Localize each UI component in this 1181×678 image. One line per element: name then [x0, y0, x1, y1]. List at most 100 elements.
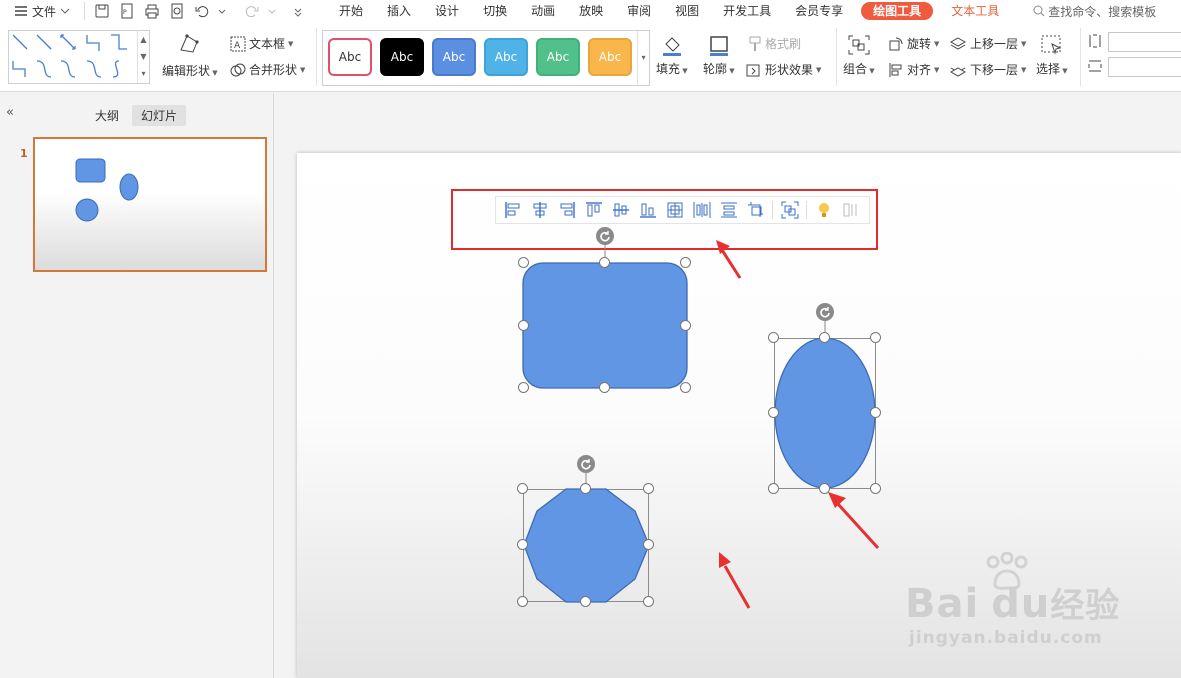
- edit-shape-button[interactable]: 编辑形状 ▼: [162, 32, 218, 79]
- align-bottom-icon[interactable]: [634, 197, 661, 223]
- undo-icon[interactable]: [193, 2, 211, 20]
- resize-handle[interactable]: [680, 257, 691, 268]
- more-options-icon[interactable]: [837, 197, 864, 223]
- tab-review[interactable]: 审阅: [615, 0, 663, 22]
- align-label: 对齐: [907, 63, 932, 77]
- format-painter-button[interactable]: 格式刷: [748, 35, 801, 52]
- group-button[interactable]: 组合 ▼: [843, 34, 875, 77]
- style-swatch-5[interactable]: Abc: [536, 38, 580, 76]
- align-top-icon[interactable]: [580, 197, 607, 223]
- style-swatch-3[interactable]: Abc: [432, 38, 476, 76]
- chevron-down-icon: [60, 8, 70, 14]
- resize-handle[interactable]: [768, 332, 779, 343]
- select-label: 选择: [1036, 62, 1061, 76]
- resize-handle[interactable]: [517, 596, 528, 607]
- rotate-handle-icon[interactable]: [577, 455, 595, 473]
- slide-thumbnail[interactable]: [33, 137, 267, 272]
- undo-dropdown-icon[interactable]: [218, 2, 236, 20]
- lines-gallery-scroll[interactable]: ▲ ▼ ▾: [137, 31, 149, 83]
- style-swatch-2[interactable]: Abc: [380, 38, 424, 76]
- shape-effects-button[interactable]: 形状效果 ▼: [746, 61, 821, 78]
- export-pdf-icon[interactable]: P: [118, 2, 136, 20]
- command-search[interactable]: 查找命令、搜索模板: [1033, 3, 1156, 20]
- fit-to-slide-icon[interactable]: [742, 197, 769, 223]
- resize-handle[interactable]: [768, 483, 779, 494]
- save-icon[interactable]: [93, 2, 111, 20]
- style-swatch-1[interactable]: Abc: [328, 38, 372, 76]
- tab-drawing-tools[interactable]: 绘图工具: [861, 2, 934, 20]
- tab-transitions[interactable]: 切换: [471, 0, 519, 22]
- resize-handle[interactable]: [517, 483, 528, 494]
- distribute-vertical-icon[interactable]: [715, 197, 742, 223]
- select-button[interactable]: 选择 ▼: [1036, 34, 1068, 77]
- align-center-horizontal-icon[interactable]: [526, 197, 553, 223]
- center-on-page-icon[interactable]: [661, 197, 688, 223]
- resize-handle[interactable]: [680, 320, 691, 331]
- tab-home[interactable]: 开始: [327, 0, 375, 22]
- ellipse-shape[interactable]: [770, 318, 880, 493]
- resize-handle[interactable]: [680, 382, 691, 393]
- print-preview-icon[interactable]: [168, 2, 186, 20]
- tab-member[interactable]: 会员专享: [783, 0, 855, 22]
- style-gallery-more[interactable]: ▾: [637, 31, 649, 85]
- svg-text:P: P: [123, 9, 127, 16]
- redo-dropdown-icon[interactable]: [268, 2, 286, 20]
- customize-toolbar-icon[interactable]: [293, 2, 311, 20]
- tab-slides[interactable]: 幻灯片: [132, 105, 187, 126]
- tab-developer[interactable]: 开发工具: [711, 0, 783, 22]
- tab-slideshow[interactable]: 放映: [567, 0, 615, 22]
- resize-handle[interactable]: [870, 407, 881, 418]
- format-painter-label: 格式刷: [765, 37, 802, 51]
- text-box-button[interactable]: A 文本框 ▼: [230, 35, 293, 52]
- align-middle-vertical-icon[interactable]: [607, 197, 634, 223]
- resize-handle[interactable]: [518, 320, 529, 331]
- resize-handle[interactable]: [518, 382, 529, 393]
- group-objects-icon[interactable]: [776, 197, 803, 223]
- resize-handle[interactable]: [518, 257, 529, 268]
- resize-handle[interactable]: [643, 483, 654, 494]
- style-swatch-label: Abc: [390, 50, 414, 64]
- resize-handle[interactable]: [643, 596, 654, 607]
- bring-forward-button[interactable]: 上移一层 ▼: [949, 35, 1026, 52]
- file-menu[interactable]: 文件: [14, 3, 70, 20]
- redo-icon[interactable]: [243, 2, 261, 20]
- outline-button[interactable]: 轮廓 ▼: [703, 34, 735, 77]
- tab-view[interactable]: 视图: [663, 0, 711, 22]
- resize-handle[interactable]: [768, 407, 779, 418]
- smart-tip-bulb-icon[interactable]: [810, 197, 837, 223]
- rotate-handle-icon[interactable]: [596, 227, 614, 245]
- merge-shape-button[interactable]: 合并形状 ▼: [230, 61, 305, 78]
- tab-animations[interactable]: 动画: [519, 0, 567, 22]
- style-swatch-label: Abc: [546, 50, 570, 64]
- print-icon[interactable]: [143, 2, 161, 20]
- resize-handle[interactable]: [819, 332, 830, 343]
- fill-button[interactable]: 填充 ▼: [656, 34, 688, 77]
- rotate-button[interactable]: 旋转 ▼: [888, 35, 939, 52]
- height-input[interactable]: [1108, 32, 1181, 52]
- width-input[interactable]: [1108, 57, 1181, 77]
- shape-style-gallery: Abc Abc Abc Abc Abc Abc ▾: [322, 30, 650, 86]
- tab-outline[interactable]: 大纲: [86, 105, 128, 126]
- rotate-handle-icon[interactable]: [816, 303, 834, 321]
- toolbar-separator: [772, 201, 773, 219]
- tab-text-tools[interactable]: 文本工具: [939, 0, 1011, 22]
- collapse-panel-icon[interactable]: «: [6, 105, 14, 120]
- align-left-icon[interactable]: [499, 197, 526, 223]
- rounded-rectangle-shape[interactable]: [515, 228, 695, 396]
- style-swatch-6[interactable]: Abc: [588, 38, 632, 76]
- resize-handle[interactable]: [517, 539, 528, 550]
- tab-design[interactable]: 设计: [423, 0, 471, 22]
- tab-insert[interactable]: 插入: [375, 0, 423, 22]
- distribute-horizontal-icon[interactable]: [688, 197, 715, 223]
- align-button[interactable]: 对齐 ▼: [888, 61, 939, 78]
- resize-handle[interactable]: [599, 382, 610, 393]
- resize-handle[interactable]: [580, 596, 591, 607]
- send-backward-button[interactable]: 下移一层 ▼: [949, 61, 1026, 78]
- lines-gallery[interactable]: ▲ ▼ ▾: [8, 30, 150, 84]
- resize-handle[interactable]: [870, 332, 881, 343]
- style-swatch-4[interactable]: Abc: [484, 38, 528, 76]
- resize-handle[interactable]: [599, 257, 610, 268]
- resize-handle[interactable]: [580, 483, 591, 494]
- align-right-icon[interactable]: [553, 197, 580, 223]
- resize-handle[interactable]: [643, 539, 654, 550]
